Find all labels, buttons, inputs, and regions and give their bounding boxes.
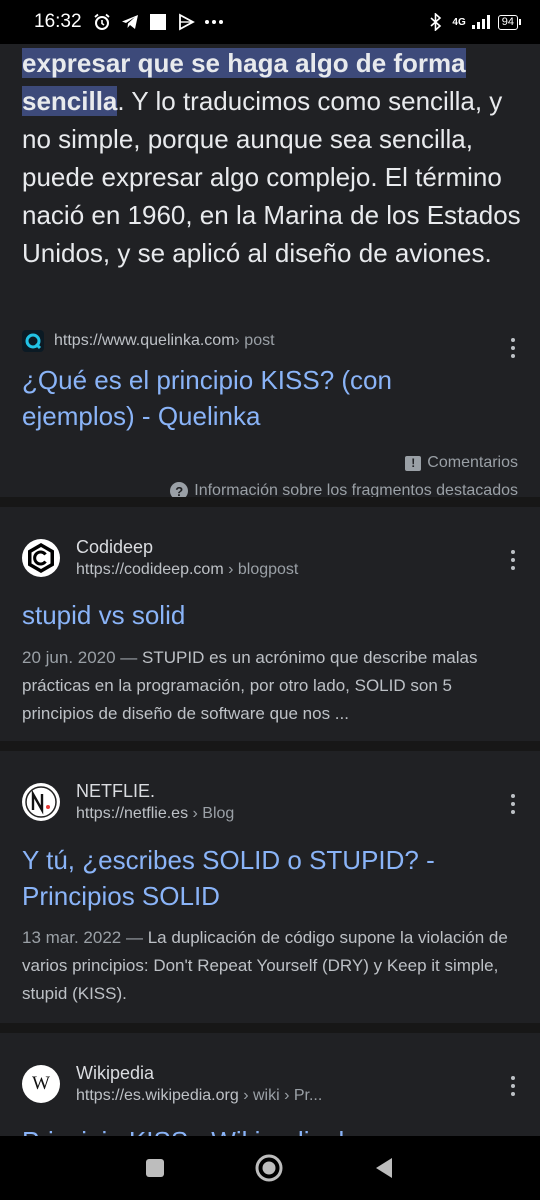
more-options-icon[interactable] bbox=[510, 1076, 516, 1096]
result-header[interactable]: NETFLIE. https://netflie.es › Blog bbox=[22, 779, 234, 825]
feedback-label: Comentarios bbox=[427, 454, 518, 471]
result-site-name: Wikipedia bbox=[76, 1063, 155, 1083]
result-header[interactable]: Codideep https://codideep.com › blogpost bbox=[22, 535, 298, 581]
result-crumb: › blogpost bbox=[223, 561, 299, 578]
alarm-icon bbox=[92, 12, 112, 32]
result-description: 13 mar. 2022 — La duplicación de código … bbox=[22, 924, 518, 1008]
search-result: NETFLIE. https://netflie.es › Blog Y tú,… bbox=[0, 751, 540, 1023]
status-bar: 16:32 4G 94 bbox=[0, 0, 540, 44]
navigation-bar bbox=[0, 1136, 540, 1200]
result-url: https://es.wikipedia.org bbox=[76, 1087, 239, 1104]
result-title[interactable]: Y tú, ¿escribes SOLID o STUPID? - Princi… bbox=[22, 842, 502, 914]
snippet-link-title[interactable]: ¿Qué es el principio KISS? (con ejemplos… bbox=[22, 362, 492, 434]
result-description: 20 jun. 2020 — STUPID es un acrónimo que… bbox=[22, 644, 518, 728]
signal-icon bbox=[471, 12, 492, 32]
telegram-icon bbox=[120, 12, 140, 32]
snippet-text: expresar que se haga algo de forma sencil… bbox=[22, 44, 522, 272]
play-icon bbox=[176, 12, 196, 32]
result-title[interactable]: Principio KISS - Wikipedia, la bbox=[22, 1123, 502, 1136]
result-url: https://codideep.com bbox=[76, 561, 224, 578]
feedback-button[interactable]: ! Comentarios bbox=[405, 454, 518, 472]
snippet-source-crumb: › post bbox=[234, 332, 275, 349]
more-options-icon[interactable] bbox=[510, 338, 516, 358]
snippet-source[interactable]: https://www.quelinka.com › post bbox=[22, 330, 275, 352]
divider bbox=[0, 741, 540, 751]
result-site-name: Codideep bbox=[76, 537, 154, 557]
result-site-name: NETFLIE. bbox=[76, 781, 156, 801]
snippet-source-url: https://www.quelinka.com bbox=[54, 332, 235, 349]
more-options-icon[interactable] bbox=[510, 794, 516, 814]
more-options-icon[interactable] bbox=[510, 550, 516, 570]
snippet-highlight-2: sencilla bbox=[22, 86, 118, 116]
battery-level: 94 bbox=[501, 15, 514, 28]
more-dots-icon bbox=[204, 12, 224, 32]
result-crumb: › Blog bbox=[188, 805, 235, 822]
search-result: Codideep https://codideep.com › blogpost… bbox=[0, 507, 540, 741]
result-date: 13 mar. 2022 — bbox=[22, 928, 148, 947]
battery-icon: 94 bbox=[497, 14, 522, 30]
square-notification-icon bbox=[148, 12, 168, 32]
result-title[interactable]: stupid vs solid bbox=[22, 597, 502, 633]
home-button[interactable] bbox=[254, 1153, 284, 1183]
feedback-icon: ! bbox=[405, 455, 422, 471]
quelinka-favicon bbox=[22, 330, 44, 352]
recent-apps-button[interactable] bbox=[144, 1157, 166, 1179]
bluetooth-icon bbox=[426, 12, 446, 32]
back-button[interactable] bbox=[372, 1156, 396, 1180]
search-result: W Wikipedia https://es.wikipedia.org › w… bbox=[0, 1033, 540, 1136]
network-type: 4G bbox=[452, 16, 466, 28]
divider bbox=[0, 1023, 540, 1033]
result-date: 20 jun. 2020 — bbox=[22, 648, 143, 667]
wikipedia-favicon: W bbox=[22, 1065, 60, 1103]
result-header[interactable]: W Wikipedia https://es.wikipedia.org › w… bbox=[22, 1061, 322, 1107]
result-url: https://netflie.es bbox=[76, 805, 189, 822]
snippet-highlight-1: expresar que se haga algo de forma bbox=[22, 48, 466, 78]
divider bbox=[0, 497, 540, 507]
clock: 16:32 bbox=[34, 11, 82, 32]
codideep-favicon bbox=[22, 539, 60, 577]
featured-snippet-card: expresar que se haga algo de forma sencil… bbox=[0, 44, 540, 500]
result-crumb: › wiki › Pr... bbox=[238, 1087, 323, 1104]
netflie-favicon bbox=[22, 783, 60, 821]
